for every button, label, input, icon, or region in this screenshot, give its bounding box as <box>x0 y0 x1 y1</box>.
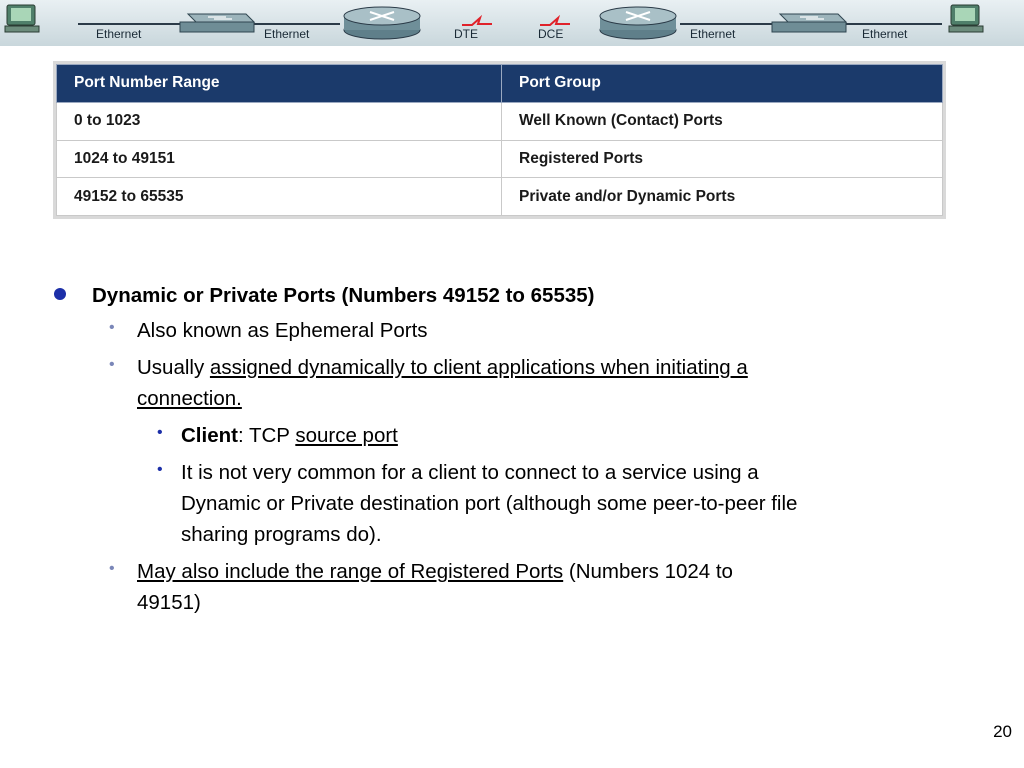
bullet-ephemeral: Also known as Ephemeral Ports <box>137 319 428 342</box>
banner-label: DCE <box>538 27 564 41</box>
bold-text: Client <box>181 424 238 447</box>
port-range-table: Port Number Range Port Group 0 to 1023 W… <box>56 64 943 216</box>
table-row: 1024 to 49151 Registered Ports <box>56 139 943 179</box>
port-group-cell: Registered Ports <box>501 139 943 179</box>
banner-label: Ethernet <box>862 27 908 41</box>
port-range-cell: 0 to 1023 <box>56 101 502 141</box>
underlined-text: connection. <box>137 387 242 410</box>
bullet-text: (Numbers 1024 to <box>563 560 733 583</box>
bullet-not-common-line2: Dynamic or Private destination port (alt… <box>181 492 798 515</box>
bullet-continuation: 49151) <box>137 591 201 614</box>
underlined-text: assigned dynamically to client applicati… <box>209 356 748 379</box>
bullet-dot-icon: • <box>157 424 163 441</box>
table-header-row: Port Number Range Port Group <box>56 64 943 103</box>
banner-label: Ethernet <box>690 27 736 41</box>
router-icon <box>343 6 421 40</box>
switch-icon <box>179 13 256 33</box>
bullet-dot-icon: • <box>109 319 115 336</box>
pc-icon <box>4 4 40 33</box>
bullet-client-source-port: Client: TCP source port <box>181 421 398 451</box>
bullet-dot-icon: • <box>109 356 115 373</box>
bullet-not-common-line1: It is not very common for a client to co… <box>181 461 759 484</box>
bullet-dot-icon: • <box>157 461 163 478</box>
switch-icon <box>771 13 848 33</box>
column-header: Port Group <box>501 64 943 103</box>
port-group-cell: Private and/or Dynamic Ports <box>501 177 943 216</box>
underlined-text: source port <box>295 424 398 447</box>
router-icon <box>599 6 677 40</box>
bullet-dot-icon <box>54 288 66 300</box>
bullet-registered-ports: May also include the range of Registered… <box>137 557 733 587</box>
bullet-text: Usually <box>137 356 210 379</box>
bullet-text: : TCP <box>237 424 296 447</box>
table-row: 49152 to 65535 Private and/or Dynamic Po… <box>56 177 943 216</box>
bullet-assigned-dynamically: Usually assigned dynamically to client a… <box>137 353 748 383</box>
port-group-cell: Well Known (Contact) Ports <box>501 101 943 141</box>
table-row: 0 to 1023 Well Known (Contact) Ports <box>56 101 943 141</box>
page-number: 20 <box>993 722 1012 741</box>
banner-label: DTE <box>454 27 478 41</box>
port-range-cell: 1024 to 49151 <box>56 139 502 179</box>
bullet-continuation: connection. <box>137 384 242 414</box>
banner-label: Ethernet <box>264 27 310 41</box>
banner-label: Ethernet <box>96 27 142 41</box>
bullet-not-common-line3: sharing programs do). <box>181 523 382 546</box>
network-banner: Ethernet Ethernet DTE DCE Ethernet Ether… <box>0 0 1024 46</box>
column-header: Port Number Range <box>56 64 502 103</box>
port-range-cell: 49152 to 65535 <box>56 177 502 216</box>
bullet-dot-icon: • <box>109 560 115 577</box>
underlined-text: May also include the range of Registered… <box>137 560 564 583</box>
pc-icon <box>948 4 984 33</box>
main-bullet-heading: Dynamic or Private Ports (Numbers 49152 … <box>92 284 595 307</box>
